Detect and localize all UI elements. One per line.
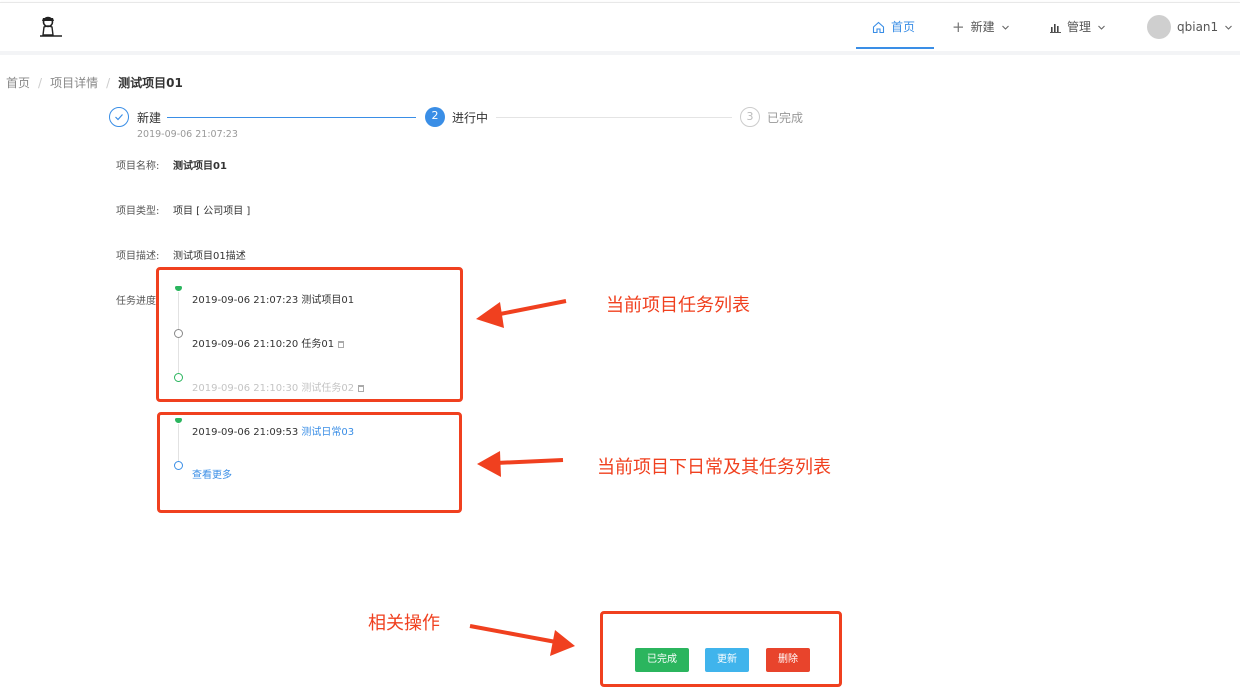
complete-button[interactable]: 已完成 [635, 648, 689, 672]
arrow-icon [469, 624, 575, 656]
annotation-task-list: 当前项目任务列表 [606, 295, 750, 316]
arrow-icon [477, 451, 564, 477]
annotation-routine-list: 当前项目下日常及其任务列表 [597, 457, 831, 478]
delete-button[interactable]: 删除 [766, 648, 810, 672]
update-button[interactable]: 更新 [705, 648, 749, 672]
annotation-actions: 相关操作 [368, 613, 440, 634]
arrow-icon [476, 299, 567, 328]
annotation-arrows [469, 299, 575, 656]
